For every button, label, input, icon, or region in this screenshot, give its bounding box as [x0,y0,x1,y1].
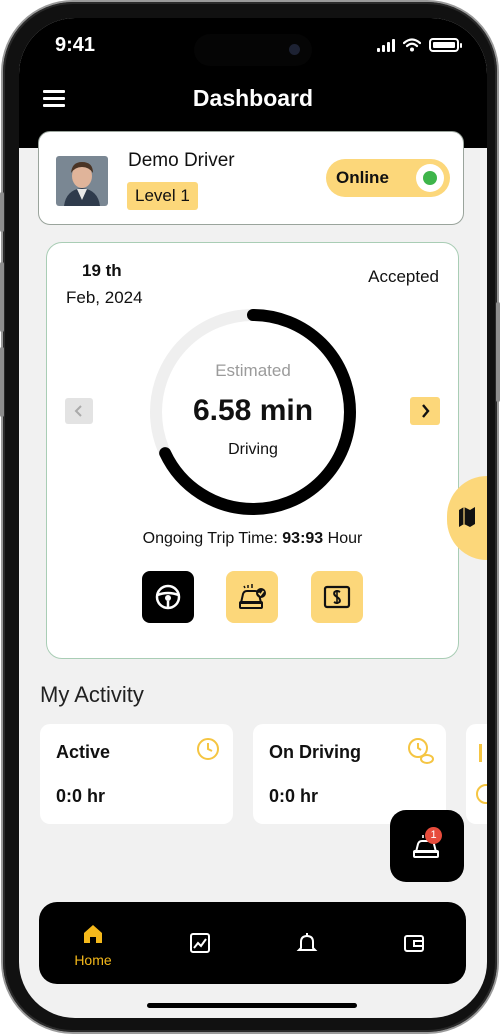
trip-date-day: 19 th [82,261,122,280]
status-icons [377,38,462,52]
map-icon [459,507,475,527]
trip-card: 19 th Feb, 2024 Accepted Estimated 6.58 … [46,242,459,659]
side-drawer-tab[interactable] [447,476,487,560]
chart-icon [190,933,210,953]
nav-notifications[interactable] [262,902,352,984]
prev-trip-button[interactable] [65,398,93,424]
online-label: Online [336,168,389,187]
activity-value-active: 0:0 hr [56,786,106,806]
volume-down-button [0,347,4,417]
signal-icon [377,38,395,52]
level-badge: Level 1 [127,182,198,210]
nav-home[interactable]: Home [48,902,138,984]
ongoing-value: 93:93 [282,530,324,547]
bell-icon [296,933,318,951]
clock-money-icon [408,738,434,764]
next-trip-button[interactable] [410,397,440,425]
clock-icon [197,738,219,760]
page-title: Dashboard [192,85,314,111]
wallet-icon [404,935,424,952]
nav-stats[interactable] [155,902,245,984]
home-icon [84,925,102,943]
trip-requests-fab[interactable]: 1 [390,810,464,882]
my-activity-title: My Activity [40,682,144,707]
toggle-knob [416,164,444,192]
wifi-icon [403,38,421,52]
avatar[interactable] [56,156,108,206]
activity-value-on-driving: 0:0 hr [269,786,319,806]
ongoing-trip-time: Ongoing Trip Time: 93:93 Hour [47,530,458,548]
estimate-label: Estimated [215,361,291,380]
home-indicator [147,1003,357,1008]
dynamic-island [194,34,312,66]
trip-action-cash[interactable] [311,571,363,623]
estimate-value: 6.58 min [192,394,314,427]
volume-up-button [0,262,4,332]
bottom-nav: Home [39,902,466,984]
partial-card-content [476,744,487,804]
driver-name: Demo Driver [128,150,235,171]
nav-wallet[interactable] [369,902,459,984]
trip-status: Accepted [368,267,439,286]
chevron-left-icon [74,405,82,417]
activity-title-active: Active [56,742,111,762]
online-toggle[interactable]: Online [326,159,450,197]
mute-switch [0,192,4,232]
trip-mode: Driving [228,441,278,458]
nav-home-label: Home [74,952,112,968]
notification-badge: 1 [425,827,442,844]
battery-icon [429,38,462,52]
cash-icon [323,585,351,609]
activity-card-active[interactable]: Active 0:0 hr [40,724,233,824]
trip-date-month: Feb, 2024 [66,288,143,307]
trip-action-car-check[interactable] [226,571,278,623]
steering-wheel-icon [155,584,181,610]
activity-title-on-driving: On Driving [269,742,362,762]
app-screen: 9:41 Dashboard Demo Driver Level 1 Onlin… [19,18,487,1018]
car-check-icon [239,584,266,609]
ongoing-unit: Hour [327,530,363,547]
activity-card-on-driving[interactable]: On Driving 0:0 hr [253,724,446,824]
car-request-icon [413,834,439,858]
activity-card-partial[interactable] [466,724,487,824]
driver-profile-card: Demo Driver Level 1 Online [38,131,464,225]
power-button [496,302,500,402]
chevron-right-icon [422,404,430,418]
phone-frame: 9:41 Dashboard Demo Driver Level 1 Onlin… [0,2,500,1032]
trip-action-drive[interactable] [142,571,194,623]
status-time: 9:41 [55,34,96,56]
ongoing-label: Ongoing Trip Time: [142,530,278,547]
header-bar: 9:41 Dashboard [19,18,487,148]
